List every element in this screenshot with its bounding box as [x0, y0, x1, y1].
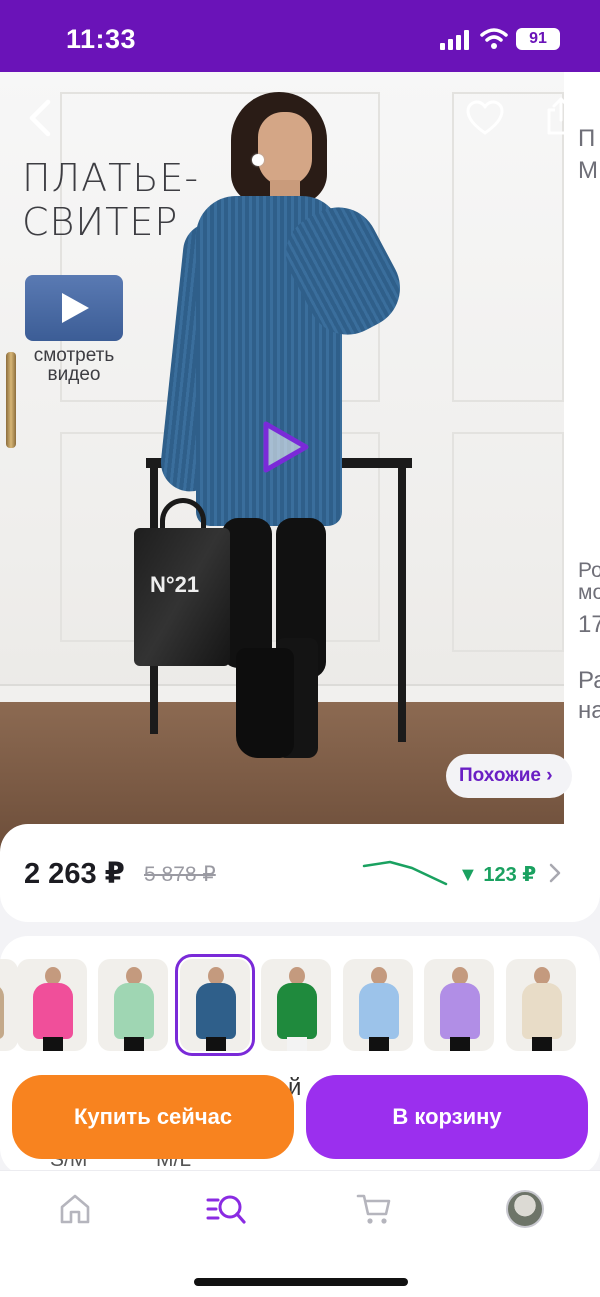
product-title-overlay: ПЛАТЬЕ- СВИТЕР: [22, 156, 200, 244]
color-variant-thumb[interactable]: [343, 959, 413, 1051]
variant-swatch: [114, 983, 154, 1039]
cart-icon[interactable]: [356, 1191, 392, 1227]
variant-swatch: [33, 983, 73, 1039]
color-variant-thumb[interactable]: [261, 959, 331, 1051]
watch-video-button[interactable]: [25, 275, 123, 341]
catalog-search-icon[interactable]: [206, 1191, 246, 1227]
color-variant-thumb[interactable]: [17, 959, 87, 1051]
product-page: 11:33 91 N°21 П М Ро мо 17 Ра на ПЛАТЬЕ-…: [0, 0, 600, 1297]
color-variant-thumb[interactable]: [98, 959, 168, 1051]
watch-video-caption: смотреть видео: [33, 345, 115, 385]
color-variant-thumb[interactable]: [424, 959, 494, 1051]
price-card: 2 263 ₽ 5 878 ₽ ▼ 123 ₽: [0, 824, 600, 922]
back-arrow-icon[interactable]: [22, 96, 56, 140]
color-variant-thumb[interactable]: [506, 959, 576, 1051]
variant-swatch: [196, 983, 236, 1039]
current-price: 2 263 ₽: [24, 858, 125, 890]
add-to-cart-button[interactable]: В корзину: [306, 1075, 588, 1159]
wifi-icon: [480, 28, 508, 49]
heart-icon[interactable]: [466, 100, 504, 136]
price-history-graph[interactable]: [362, 858, 450, 888]
color-variant-thumb-selected[interactable]: [175, 954, 255, 1056]
color-variant-thumb[interactable]: [0, 959, 18, 1051]
status-bar: 11:33 91: [0, 0, 600, 72]
variant-swatch: [522, 983, 562, 1039]
variant-swatch: [277, 983, 317, 1039]
battery-indicator: 91: [516, 28, 560, 50]
buy-now-button[interactable]: Купить сейчас: [12, 1075, 294, 1159]
price-drop-badge[interactable]: ▼ 123 ₽: [458, 862, 536, 887]
model-face: [258, 112, 312, 186]
home-indicator: [194, 1278, 408, 1286]
share-icon[interactable]: [544, 96, 578, 136]
door-handle: [6, 352, 16, 448]
old-price: 5 878 ₽: [144, 863, 216, 886]
cellular-signal-icon: [440, 30, 469, 50]
variant-swatch: [359, 983, 399, 1039]
status-time: 11:33: [66, 24, 137, 54]
bag-print-text: N°21: [150, 572, 200, 597]
similar-products-button[interactable]: Похожие ›: [446, 754, 572, 798]
play-video-icon[interactable]: [258, 418, 312, 476]
play-icon: [62, 293, 89, 323]
profile-avatar[interactable]: [506, 1190, 544, 1228]
home-icon[interactable]: [57, 1191, 93, 1227]
next-image-preview[interactable]: П М Ро мо 17 Ра на: [564, 72, 600, 862]
chevron-right-icon[interactable]: [548, 862, 562, 884]
variant-swatch: [440, 983, 480, 1039]
